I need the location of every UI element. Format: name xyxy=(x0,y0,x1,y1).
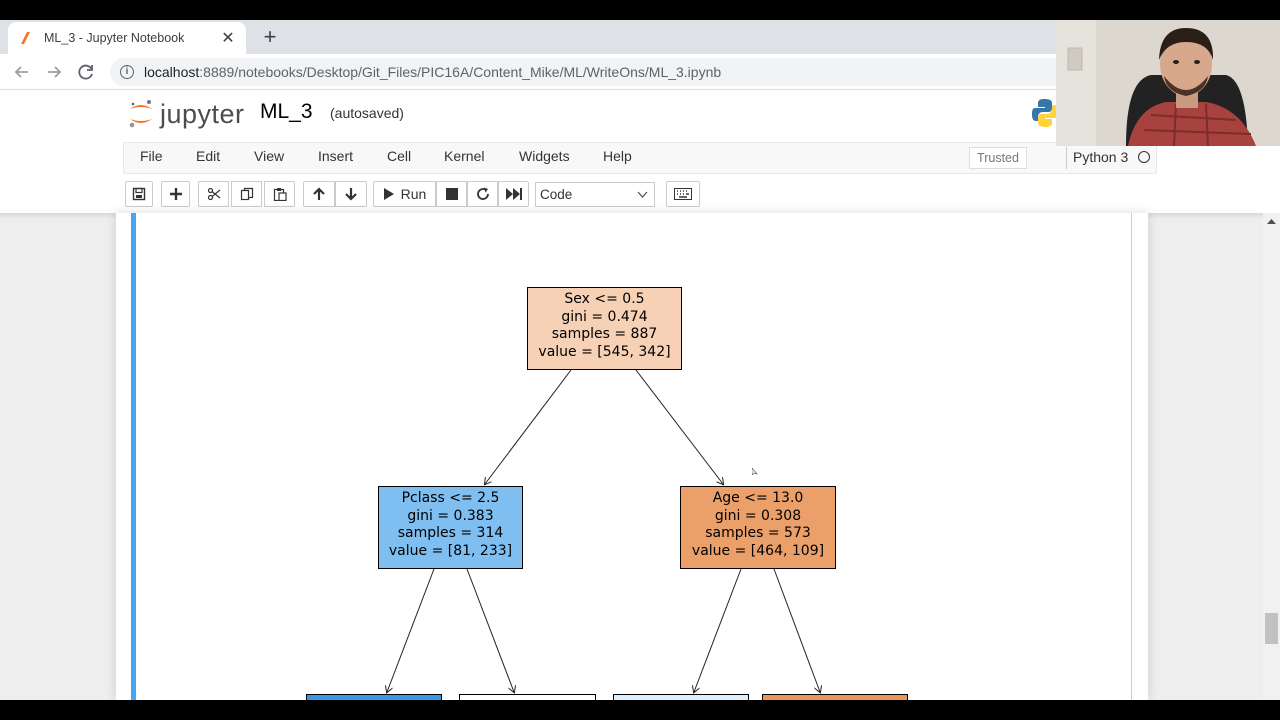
node-line: value = [545, 342] xyxy=(538,343,671,360)
edge-root-left xyxy=(485,369,572,484)
mouse-cursor-icon xyxy=(751,463,758,476)
node-line: samples = 573 xyxy=(705,525,811,542)
node-line: samples = 314 xyxy=(397,525,504,542)
node-line: value = [81, 233] xyxy=(388,542,513,559)
node-line: gini = 0.308 xyxy=(714,507,802,524)
edge-root-right xyxy=(635,369,723,484)
screen: ML_3 - Jupyter Notebook ✕ + i localhost:… xyxy=(0,0,1280,720)
node-line: gini = 0.383 xyxy=(407,507,494,524)
scrollbar-thumb[interactable] xyxy=(1265,613,1278,644)
node-line: Pclass <= 2.5 xyxy=(401,490,500,506)
scroll-up-arrow-icon[interactable] xyxy=(1266,217,1277,227)
node-line: value = [464, 109] xyxy=(691,542,825,559)
node-line: Sex <= 0.5 xyxy=(564,291,645,307)
webcam-overlay xyxy=(1056,20,1280,146)
tree-node-root: Sex <= 0.5 gini = 0.474 samples = 887 va… xyxy=(527,287,682,370)
edge-right-leaf2 xyxy=(773,568,820,692)
edge-left-leaf1 xyxy=(387,568,435,692)
node-line: samples = 887 xyxy=(551,326,658,343)
edge-left-leaf2 xyxy=(466,568,514,692)
node-line: Age <= 13.0 xyxy=(712,490,804,506)
node-line: gini = 0.474 xyxy=(561,308,648,325)
bottom-black-bar xyxy=(0,700,1280,720)
edge-right-leaf1 xyxy=(694,568,742,692)
tree-node-left: Pclass <= 2.5 gini = 0.383 samples = 314… xyxy=(378,486,523,569)
webcam-person-image xyxy=(1056,20,1280,146)
tree-node-right: Age <= 13.0 gini = 0.308 samples = 573 v… xyxy=(680,486,836,569)
